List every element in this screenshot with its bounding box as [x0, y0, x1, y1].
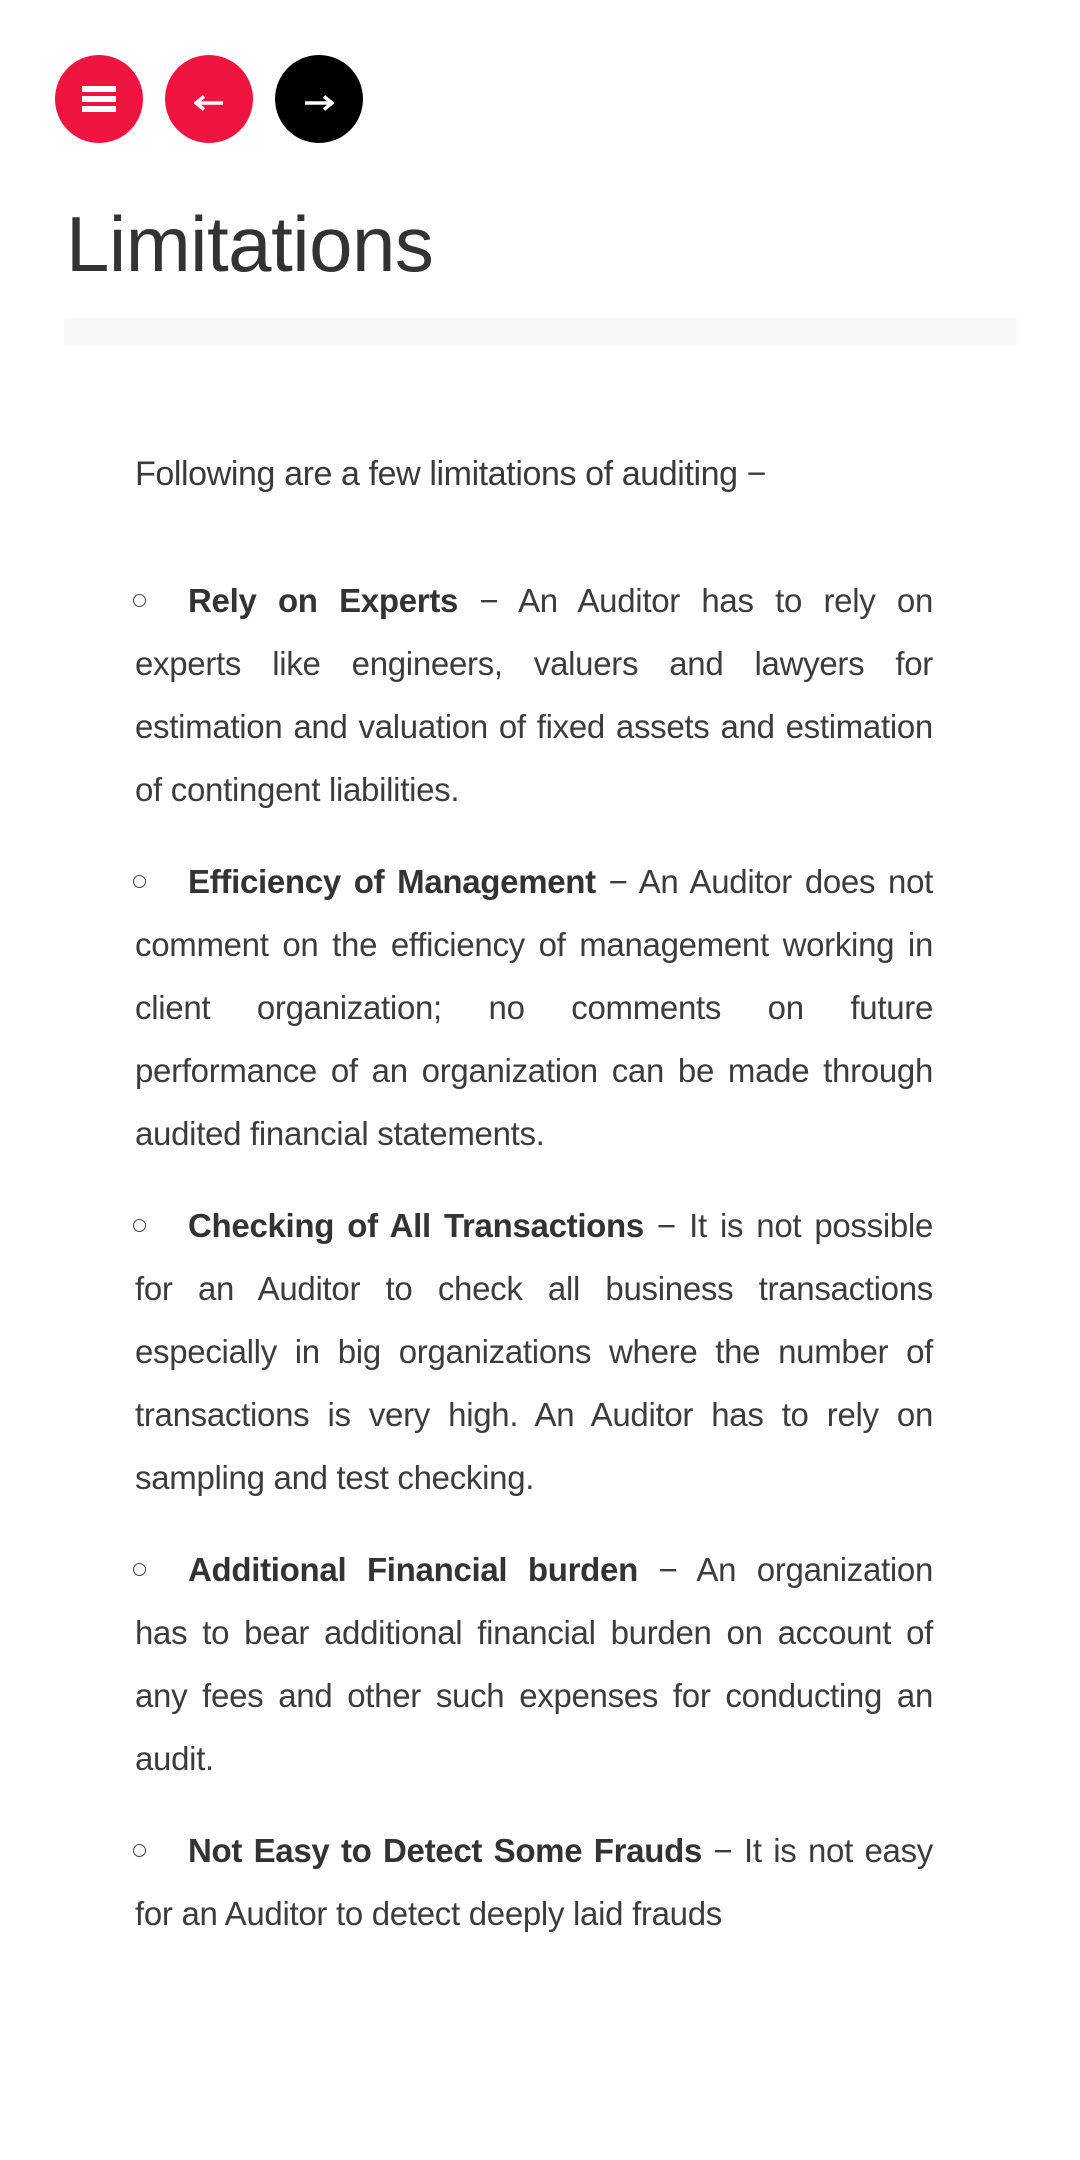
bullet-circle-icon [133, 1844, 146, 1857]
limitation-term: Additional Financial burden [188, 1551, 638, 1588]
limitation-term: Rely on Experts [188, 582, 459, 619]
limitation-term: Not Easy to Detect Some Frauds [188, 1832, 703, 1869]
limitation-description: An Auditor does not comment on the effic… [135, 863, 934, 1152]
list-item: Not Easy to Detect Some Frauds − It is n… [133, 1819, 933, 1945]
limitation-description: It is not possible for an Auditor to che… [135, 1207, 933, 1496]
limitations-list: Rely on Experts − An Auditor has to rely… [133, 569, 934, 1945]
list-item: Efficiency of Management − An Auditor do… [133, 850, 934, 1165]
hamburger-menu-icon [82, 86, 116, 112]
intro-paragraph: Following are a few limitations of audit… [135, 455, 767, 493]
separator: − [458, 582, 519, 619]
list-item: Additional Financial burden − An organiz… [133, 1538, 933, 1790]
separator: − [637, 1551, 697, 1588]
article-content: Following are a few limitations of audit… [133, 450, 934, 1974]
next-page-button[interactable] [275, 55, 363, 143]
bullet-circle-icon [133, 1219, 146, 1232]
menu-button[interactable] [55, 55, 143, 143]
limitation-term: Checking of All Transactions [188, 1207, 644, 1244]
separator: − [595, 863, 639, 900]
page-title: Limitations [66, 200, 434, 288]
bullet-circle-icon [133, 875, 146, 888]
previous-page-button[interactable] [165, 55, 253, 143]
title-divider [64, 318, 1017, 345]
bullet-circle-icon [133, 594, 146, 607]
separator: − [702, 1832, 745, 1869]
list-item: Checking of All Transactions − It is not… [133, 1194, 933, 1509]
list-item: Rely on Experts − An Auditor has to rely… [133, 569, 933, 821]
bottom-fade-overlay [0, 1990, 1080, 2160]
arrow-left-icon [194, 95, 223, 111]
bullet-circle-icon [133, 1563, 146, 1576]
nav-buttons [55, 55, 363, 143]
separator: − [643, 1207, 690, 1244]
limitation-term: Efficiency of Management [188, 863, 596, 900]
arrow-right-icon [305, 95, 334, 111]
